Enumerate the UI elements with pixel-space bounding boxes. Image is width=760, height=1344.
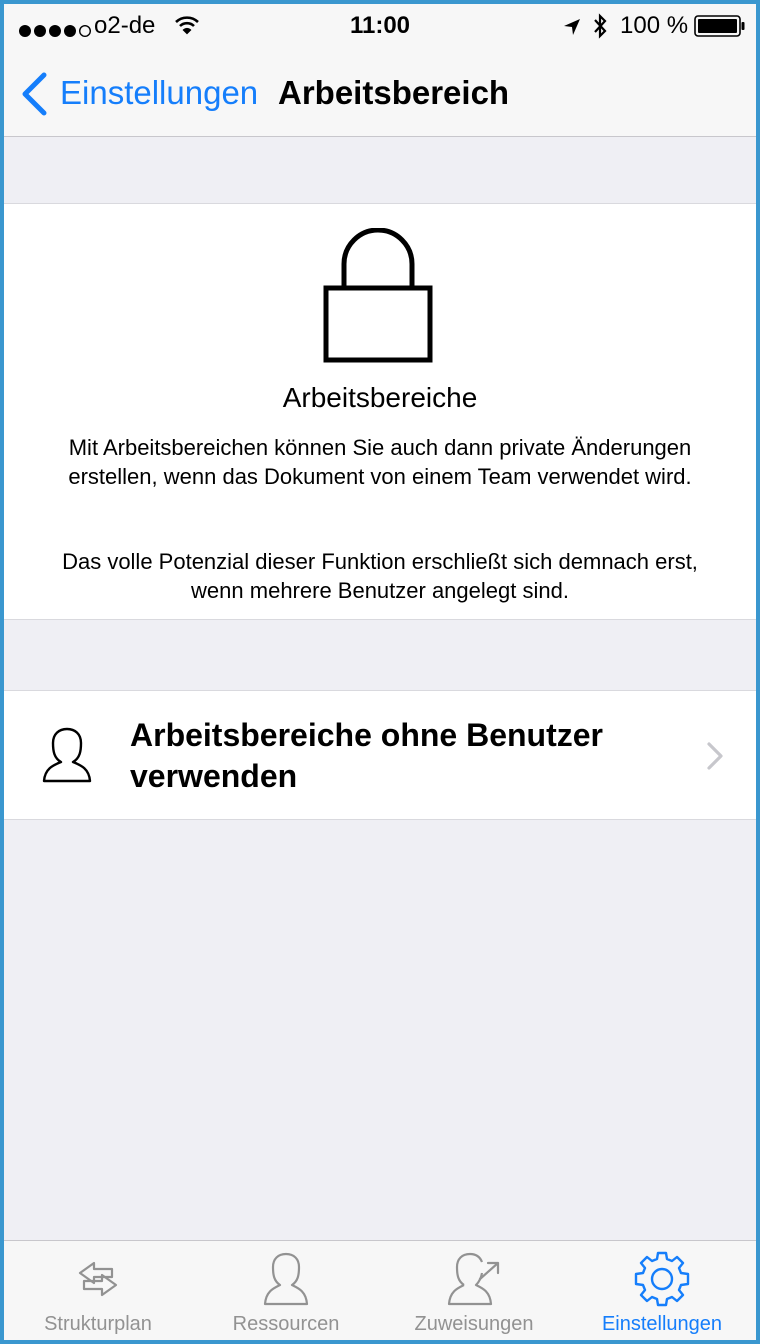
navigation-bar: Einstellungen Arbeitsbereich	[4, 48, 756, 137]
tab-label-strukturplan: Strukturplan	[44, 1313, 152, 1335]
chevron-left-icon	[20, 72, 48, 121]
bluetooth-icon	[592, 13, 608, 46]
status-bar: o2-de 11:00 100 %	[4, 4, 756, 48]
chevron-right-icon	[706, 742, 724, 775]
tab-bar: Strukturplan Ressourcen Zuweisungen Eins…	[4, 1240, 756, 1340]
person-icon	[42, 727, 92, 788]
tab-label-einstellungen: Einstellungen	[601, 1313, 723, 1335]
info-heading: Arbeitsbereiche	[282, 382, 478, 413]
battery-icon	[694, 15, 746, 44]
tab-ressourcen[interactable]: Ressourcen	[192, 1241, 380, 1340]
back-button-label: Einstellungen	[60, 74, 259, 111]
back-button[interactable]: Einstellungen	[20, 68, 270, 116]
info-paragraph-1: Mit Arbeitsbereichen können Sie auch dan…	[68, 435, 692, 489]
tab-zuweisungen[interactable]: Zuweisungen	[380, 1241, 568, 1340]
action-label: Arbeitsbereiche ohne Benutzer verwenden	[130, 717, 603, 794]
info-paragraph-2: Das volle Potenzial dieser Funktion ersc…	[62, 549, 698, 603]
lock-icon	[322, 227, 434, 369]
tab-label-zuweisungen: Zuweisungen	[414, 1313, 534, 1335]
page-title: Arbeitsbereich	[278, 74, 510, 111]
tab-einstellungen[interactable]: Einstellungen	[568, 1241, 756, 1340]
app-screen: o2-de 11:00 100 % Einstellungen Arbeitsb…	[4, 4, 756, 1340]
battery-percentage: 100 %	[620, 12, 689, 39]
tab-strukturplan[interactable]: Strukturplan	[4, 1241, 192, 1340]
use-workspaces-without-users-row[interactable]: Arbeitsbereiche ohne Benutzer verwenden	[4, 690, 756, 820]
tab-label-ressourcen: Ressourcen	[232, 1313, 340, 1335]
info-card: Arbeitsbereiche Mit Arbeitsbereichen kön…	[4, 203, 756, 620]
location-arrow-icon	[562, 16, 582, 44]
